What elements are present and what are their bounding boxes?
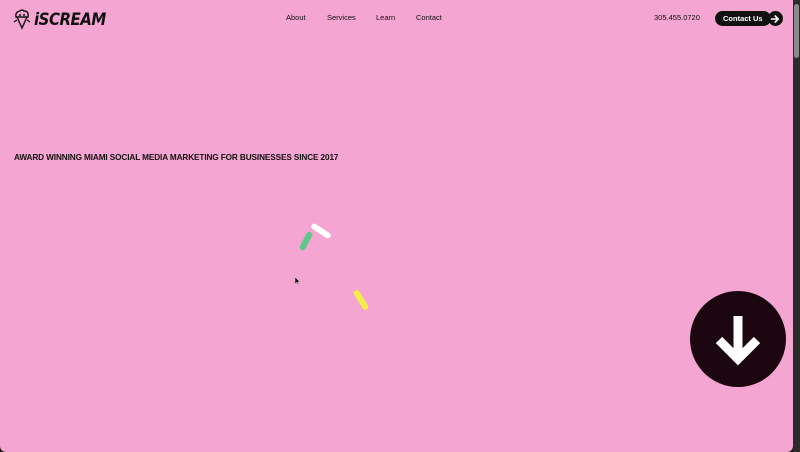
sprinkle-green [298,230,314,252]
phone-number[interactable]: 305.455.0720 [654,13,700,22]
brand-name: iSCREAM [34,8,106,30]
arrow-right-icon [767,11,783,26]
nav-item-contact[interactable]: Contact [416,13,442,22]
scrollbar-thumb[interactable] [794,4,799,58]
mouse-cursor-icon [295,277,301,285]
brand-logo[interactable]: iSCREAM [12,8,106,30]
page-viewport: iSCREAM About Services Learn Contact 305… [0,0,793,452]
scroll-down-button[interactable] [690,291,786,387]
contact-us-label: Contact Us [715,11,771,26]
ice-cream-mascot-icon [13,9,31,30]
sprinkle-yellow [352,289,370,311]
contact-us-button[interactable]: Contact Us [715,11,783,26]
arrow-down-icon [715,316,761,366]
nav-item-services[interactable]: Services [327,13,356,22]
hero-tagline: AWARD WINNING MIAMI SOCIAL MEDIA MARKETI… [14,153,339,162]
nav-item-about[interactable]: About [286,13,306,22]
sprinkle-white [310,222,332,240]
nav-item-learn[interactable]: Learn [376,13,395,22]
page-scrollbar[interactable] [793,0,800,452]
